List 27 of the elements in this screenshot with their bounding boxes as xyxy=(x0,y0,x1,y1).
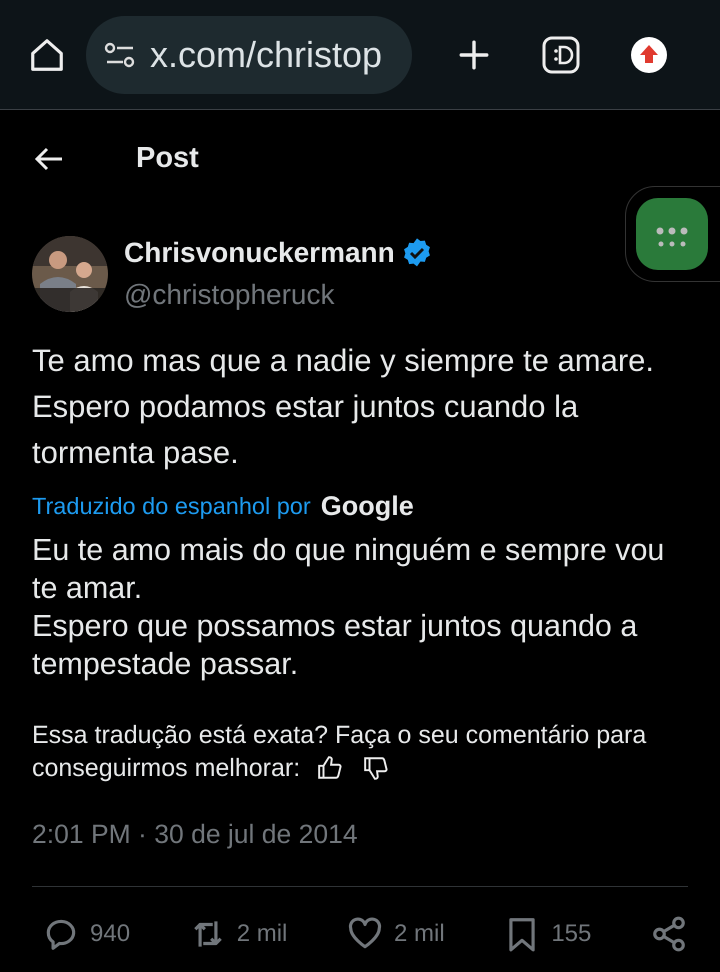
page-title: Post xyxy=(136,141,199,176)
upload-icon[interactable] xyxy=(630,36,667,72)
more-icon[interactable] xyxy=(636,198,708,270)
translated-text: Eu te amo mais do que ninguém e sempre vou te amar. Espero que possamos estar juntos quando a tempestade passar. xyxy=(32,532,666,682)
floating-menu-button[interactable] xyxy=(625,186,720,282)
post-text: Te amo mas que a nadie y siempre te amare. Espero podamos estar juntos cuando la tormenta pase. xyxy=(32,342,656,472)
reply-button[interactable]: 940 xyxy=(42,915,130,954)
bookmark-button[interactable]: 155 xyxy=(503,915,592,954)
url-text: x.com/christop xyxy=(150,32,382,76)
plus-icon[interactable] xyxy=(457,38,492,72)
tab-switcher-icon[interactable] xyxy=(542,36,580,74)
feedback-text: Essa tradução está exata? Faça o seu comentário para xyxy=(32,720,648,750)
author-name[interactable]: Chrisvonuckermann xyxy=(124,232,395,274)
like-button[interactable]: 2 mil xyxy=(346,915,445,954)
thumbs-up-icon[interactable] xyxy=(316,755,344,781)
repost-button[interactable]: 2 mil xyxy=(188,915,288,954)
back-arrow-icon[interactable] xyxy=(34,147,64,171)
feedback-text: conseguirmos melhorar: xyxy=(32,752,300,784)
thumbs-down-icon[interactable] xyxy=(362,755,390,781)
author-handle[interactable]: @christopheruck xyxy=(124,274,433,316)
provider-logo: Google xyxy=(320,490,414,523)
timestamp: 2:01 PM · 30 de jul de 2014 xyxy=(32,818,359,850)
share-icon xyxy=(650,915,688,954)
settings-icon[interactable] xyxy=(104,40,136,68)
translation-link[interactable]: Traduzido do espanhol por xyxy=(32,488,311,524)
address-bar[interactable]: x.com/christop xyxy=(86,16,412,94)
share-button[interactable] xyxy=(650,915,688,954)
